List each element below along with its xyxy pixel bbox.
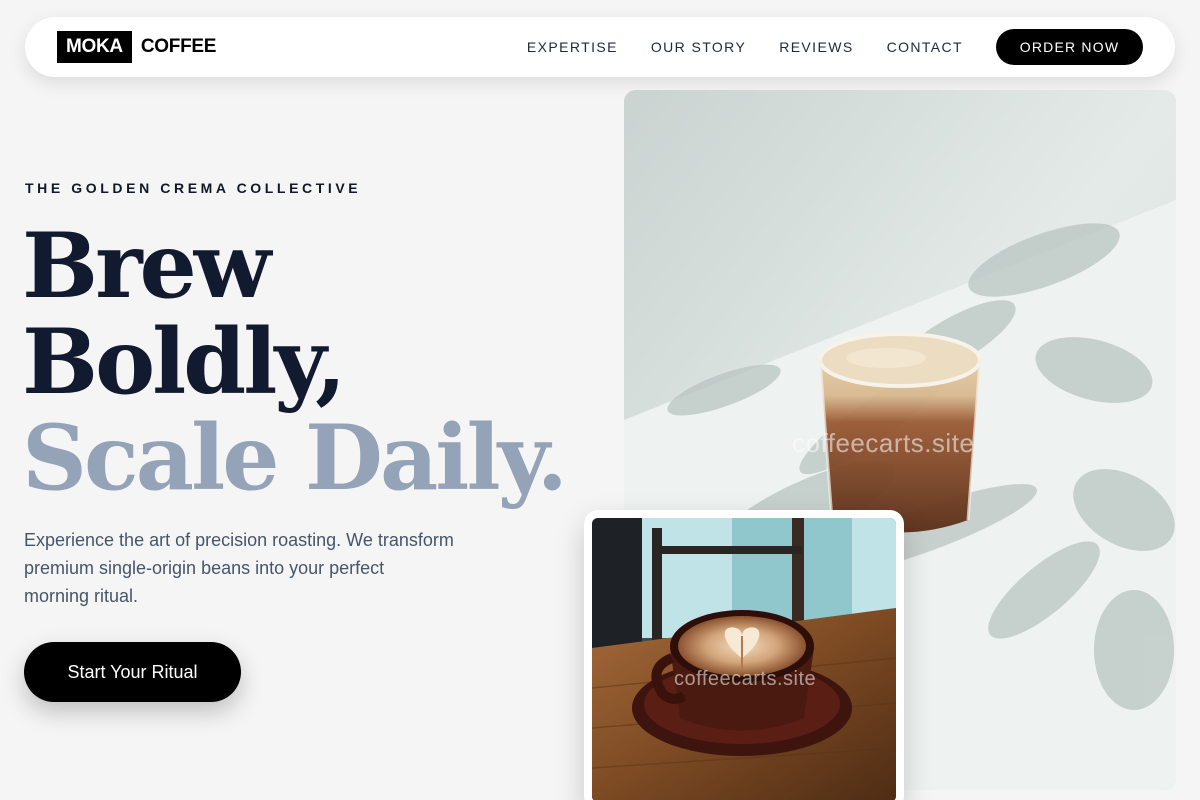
order-now-button[interactable]: ORDER NOW — [996, 29, 1143, 65]
nav-link-contact[interactable]: CONTACT — [887, 39, 963, 55]
start-ritual-button[interactable]: Start Your Ritual — [24, 642, 241, 702]
nav-link-our-story[interactable]: OUR STORY — [651, 39, 746, 55]
nav-links: EXPERTISE OUR STORY REVIEWS CONTACT ORDE… — [527, 29, 1143, 65]
headline-line-1: Brew — [22, 213, 271, 319]
inset-photo-latte: coffeecarts.site — [592, 518, 896, 800]
nav-link-reviews[interactable]: REVIEWS — [779, 39, 853, 55]
hero-lead: Experience the art of precision roasting… — [24, 530, 454, 606]
hero-eyebrow: THE GOLDEN CREMA COLLECTIVE — [25, 180, 362, 196]
logo[interactable]: MOKA COFFEE — [57, 31, 216, 63]
headline-line-3: Scale Daily. — [22, 405, 568, 511]
inset-photo-watermark: coffeecarts.site — [674, 668, 817, 690]
navbar: MOKA COFFEE EXPERTISE OUR STORY REVIEWS … — [25, 17, 1175, 77]
nav-link-expertise[interactable]: EXPERTISE — [527, 39, 618, 55]
hero-headline: Brew Boldly, Scale Daily. — [22, 213, 568, 511]
logo-text: COFFEE — [140, 36, 217, 57]
inset-photo-frame: coffeecarts.site — [584, 510, 904, 800]
photo-watermark: coffeecarts.site — [792, 428, 975, 458]
logo-box: MOKA — [57, 31, 132, 63]
latte-illustration — [592, 518, 896, 800]
headline-line-2: Boldly, — [22, 309, 346, 415]
